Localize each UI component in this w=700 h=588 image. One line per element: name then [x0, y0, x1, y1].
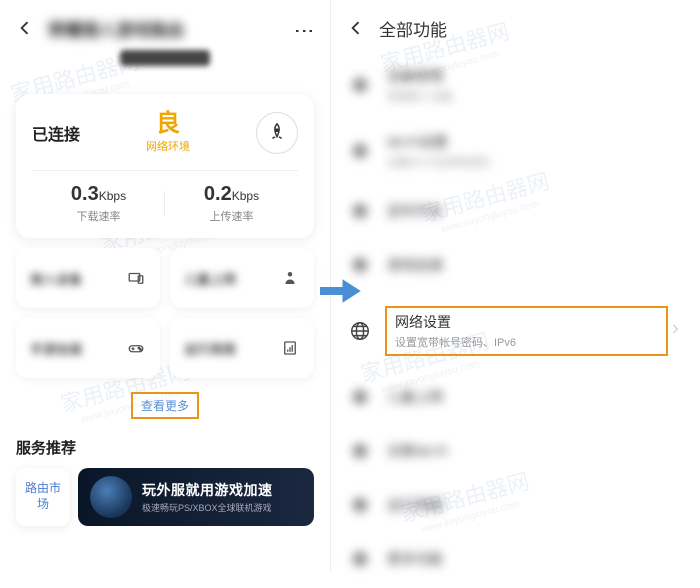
quality-label: 网络环境: [80, 138, 256, 154]
list-item[interactable]: 设备管理管理接入设备: [331, 52, 700, 118]
generic-icon: [347, 384, 373, 410]
feature-boost[interactable]: 手游加速: [16, 318, 160, 378]
header: 荣耀猎人游戏路由 ⋮: [0, 0, 330, 50]
generic-icon: [347, 138, 373, 164]
chevron-right-icon: [668, 322, 682, 341]
generic-icon: [347, 438, 373, 464]
upload-speed: 0.2Kbps 上传速率: [165, 183, 298, 224]
globe-icon: [347, 318, 373, 344]
download-value: 0.3: [71, 183, 99, 205]
upload-unit: Kbps: [232, 189, 259, 203]
feature-devices[interactable]: 接入设备: [16, 248, 160, 308]
page-title: 全部功能: [379, 16, 686, 41]
gamepad-icon: [126, 338, 146, 358]
upload-label: 上传速率: [165, 208, 298, 224]
feature-list: 设备管理管理接入设备 Wi-Fi设置设置Wi-Fi名称和密码 定时开关 游戏加速: [331, 50, 700, 588]
device-image-area: [0, 50, 330, 94]
header: 全部功能: [331, 0, 700, 50]
report-icon: [280, 338, 300, 358]
recommend-row: 路由市场 玩外服就用游戏加速 极速畅玩PS/XBOX全球联机游戏: [16, 468, 314, 526]
banner-sub: 极速畅玩PS/XBOX全球联机游戏: [142, 501, 302, 514]
upload-value: 0.2: [204, 183, 232, 205]
devices-icon: [126, 268, 146, 288]
list-item[interactable]: 更多功能: [331, 532, 700, 586]
generic-icon: [347, 546, 373, 572]
banner-avatar: [90, 476, 132, 518]
generic-icon: [347, 492, 373, 518]
item-title: 网络设置: [395, 312, 658, 332]
see-more-label: 查看更多: [131, 392, 199, 419]
download-unit: Kbps: [99, 189, 126, 203]
download-speed: 0.3Kbps 下载速率: [32, 183, 165, 224]
feature-parental[interactable]: 儿童上网: [170, 248, 314, 308]
list-item[interactable]: 访客Wi-Fi: [331, 424, 700, 478]
list-item[interactable]: 运行周报: [331, 478, 700, 532]
generic-icon: [347, 198, 373, 224]
list-item[interactable]: 游戏加速: [331, 238, 700, 292]
banner-title: 玩外服就用游戏加速: [142, 480, 302, 500]
network-quality: 良 网络环境: [80, 112, 256, 154]
child-icon: [280, 268, 300, 288]
all-features-panel: 全部功能 设备管理管理接入设备 Wi-Fi设置设置Wi-Fi名称和密码 定时开关…: [330, 0, 700, 571]
download-label: 下载速率: [32, 208, 165, 224]
item-subtitle: 设置宽带帐号密码、IPv6: [395, 334, 658, 350]
device-image: [120, 50, 210, 66]
status-card: 已连接 良 网络环境 0.3Kbps 下载速率 0.2Kbps 上传速率: [16, 94, 314, 238]
list-item[interactable]: 儿童上网: [331, 370, 700, 424]
back-icon[interactable]: [14, 17, 36, 39]
feature-grid: 接入设备 儿童上网 手游加速 运行周报: [16, 248, 314, 378]
router-home-panel: 荣耀猎人游戏路由 ⋮ 已连接 良 网络环境 0.3Kbps 下载速率: [0, 0, 330, 571]
generic-icon: [347, 72, 373, 98]
recommend-title: 服务推荐: [16, 437, 314, 458]
game-boost-banner[interactable]: 玩外服就用游戏加速 极速畅玩PS/XBOX全球联机游戏: [78, 468, 314, 526]
connection-status: 已连接: [32, 121, 80, 145]
list-item[interactable]: Wi-Fi设置设置Wi-Fi名称和密码: [331, 118, 700, 184]
page-title: 荣耀猎人游戏路由: [48, 16, 292, 41]
arrow-connector-icon: [318, 276, 366, 306]
see-more-button[interactable]: 查看更多: [0, 392, 330, 419]
router-market-button[interactable]: 路由市场: [16, 468, 70, 526]
generic-icon: [347, 252, 373, 278]
list-item[interactable]: 定时开关: [331, 184, 700, 238]
back-icon[interactable]: [345, 17, 367, 39]
quality-rating: 良: [80, 112, 256, 136]
feature-report[interactable]: 运行周报: [170, 318, 314, 378]
boost-icon[interactable]: [256, 112, 298, 154]
list-item-network-settings[interactable]: 网络设置 设置宽带帐号密码、IPv6: [331, 292, 700, 370]
speed-row: 0.3Kbps 下载速率 0.2Kbps 上传速率: [32, 170, 298, 224]
more-icon[interactable]: ⋮: [292, 16, 316, 41]
